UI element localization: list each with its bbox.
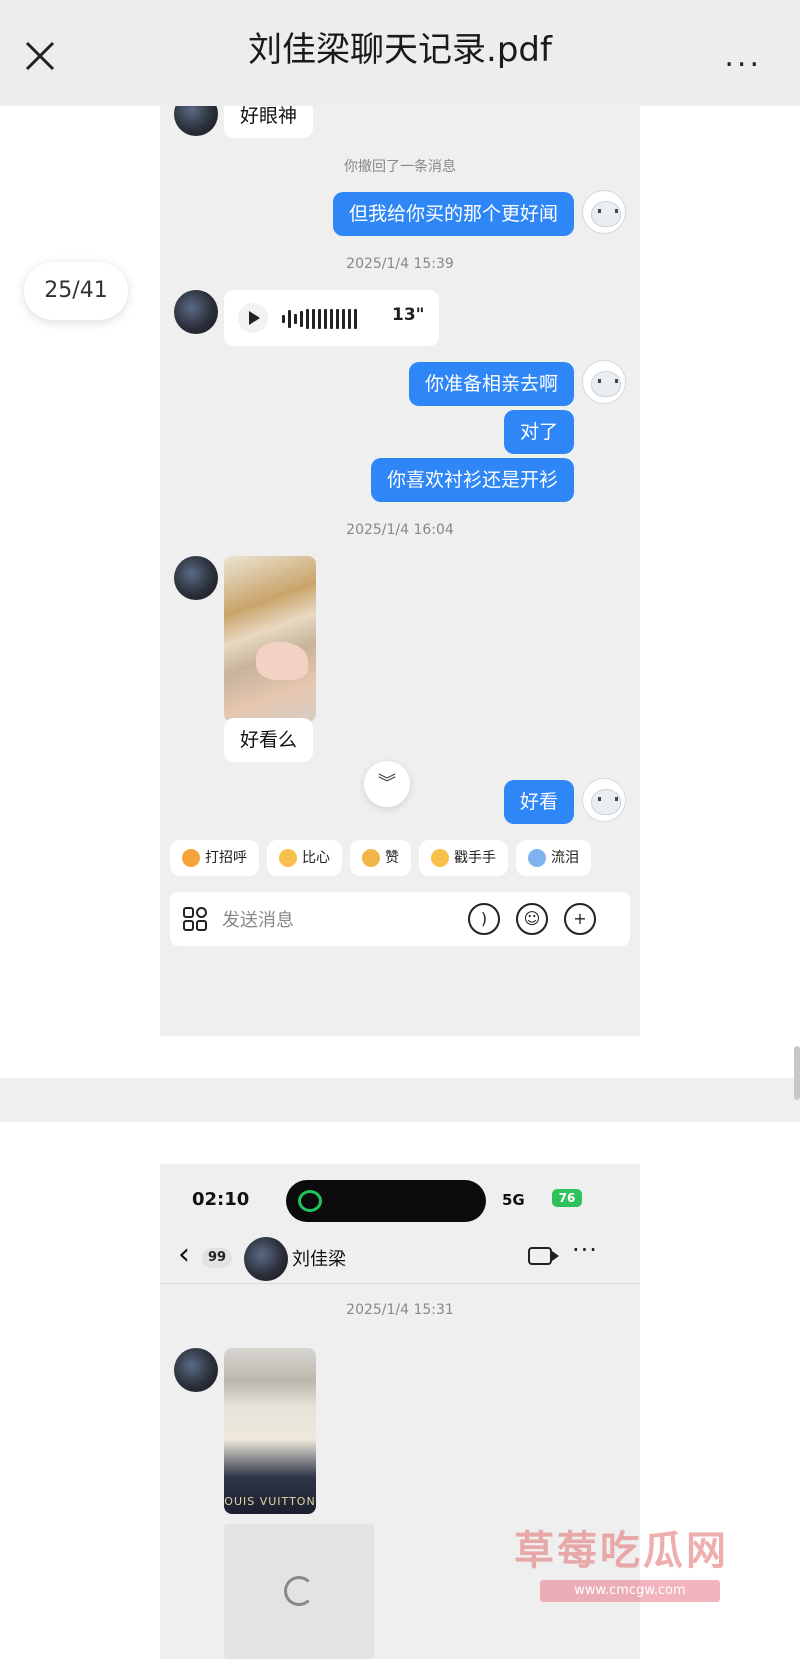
message-input[interactable]: 发送消息 <box>222 906 294 932</box>
voice-message[interactable]: 13" <box>224 290 439 346</box>
page-gap <box>0 1078 800 1122</box>
crying-emoji-icon <box>528 849 546 867</box>
image-message[interactable]: OUIS VUITTON <box>224 1348 316 1514</box>
incoming-message: 好看么 <box>224 718 314 762</box>
heart-hands-emoji-icon <box>279 849 297 867</box>
video-call-icon[interactable] <box>528 1247 559 1265</box>
quick-reactions-bar: 打招呼 比心 赞 戳手手 流泪 <box>160 840 640 880</box>
chat-screenshot-1: 好眼神 你撤回了一条消息 但我给你买的那个更好闻 2025/1/4 15:39 … <box>160 106 640 1036</box>
document-title: 刘佳梁聊天记录.pdf <box>248 30 552 70</box>
waveform-icon <box>282 308 392 330</box>
my-avatar <box>582 778 626 822</box>
voice-input-icon[interactable]: ) <box>468 903 500 935</box>
outgoing-message: 对了 <box>503 410 574 454</box>
site-watermark: 草莓吃瓜网 <box>514 1528 729 1574</box>
link-icon <box>298 1190 322 1212</box>
reaction-label: 打招呼 <box>205 850 247 866</box>
scrollbar[interactable] <box>794 1046 800 1100</box>
voice-duration: 13" <box>392 305 425 325</box>
play-icon[interactable] <box>238 303 268 333</box>
more-options-icon[interactable]: ··· <box>572 1236 598 1264</box>
reaction-chip-poke[interactable]: 戳手手 <box>419 840 508 876</box>
more-options-icon[interactable]: ... <box>724 42 762 72</box>
timestamp: 2025/1/4 15:31 <box>346 1302 454 1318</box>
reaction-chip-like[interactable]: 赞 <box>350 840 411 876</box>
thumbs-up-emoji-icon <box>362 849 380 867</box>
reaction-chip-heart[interactable]: 比心 <box>267 840 342 876</box>
incoming-message: 好眼神 <box>224 106 314 138</box>
reaction-label: 戳手手 <box>454 850 496 866</box>
apps-grid-icon[interactable] <box>182 906 208 932</box>
contact-name[interactable]: 刘佳梁 <box>292 1245 346 1271</box>
reaction-label: 流泪 <box>551 850 579 866</box>
contact-avatar[interactable] <box>244 1237 288 1281</box>
reaction-label: 赞 <box>385 850 399 866</box>
scroll-to-bottom-button[interactable]: ︾ <box>364 761 410 807</box>
outgoing-message: 好看 <box>503 780 574 824</box>
watermark-url: www.cmcgw.com <box>540 1580 720 1602</box>
loading-spinner-icon <box>284 1576 314 1606</box>
outgoing-message: 但我给你买的那个更好闻 <box>332 192 574 236</box>
reaction-label: 比心 <box>302 850 330 866</box>
photo-brand-text: OUIS VUITTON <box>224 1495 316 1508</box>
reaction-chip-wave[interactable]: 打招呼 <box>170 840 259 876</box>
timestamp: 2025/1/4 15:39 <box>346 256 454 272</box>
wave-emoji-icon <box>182 849 200 867</box>
timestamp: 2025/1/4 16:04 <box>346 522 454 538</box>
network-indicator: 5G <box>502 1191 525 1209</box>
my-avatar <box>582 360 626 404</box>
contact-avatar <box>174 106 218 136</box>
loading-image-placeholder <box>224 1524 374 1659</box>
recall-notice: 你撤回了一条消息 <box>344 159 456 175</box>
chat-header: ‹ 99 刘佳梁 ··· <box>160 1234 640 1284</box>
status-time: 02:10 <box>192 1189 250 1210</box>
dynamic-island <box>286 1180 486 1222</box>
back-icon[interactable]: ‹ <box>178 1240 190 1270</box>
my-avatar <box>582 190 626 234</box>
contact-avatar <box>174 1348 218 1392</box>
contact-avatar <box>174 556 218 600</box>
phone-status-bar: 02:10 5G 76 <box>160 1164 640 1234</box>
viewer-top-bar: 刘佳梁聊天记录.pdf ... <box>0 0 800 106</box>
outgoing-message: 你准备相亲去啊 <box>408 362 574 406</box>
emoji-icon[interactable]: ☺ <box>516 903 548 935</box>
contact-avatar <box>174 290 218 334</box>
unread-badge: 99 <box>202 1248 233 1268</box>
plus-icon[interactable]: + <box>564 903 596 935</box>
message-input-bar[interactable]: 发送消息 ) ☺ + <box>170 892 630 946</box>
battery-indicator: 76 <box>552 1189 582 1207</box>
image-message[interactable] <box>224 556 316 722</box>
page-counter: 25/41 <box>24 262 128 320</box>
outgoing-message: 你喜欢衬衫还是开衫 <box>370 458 574 502</box>
reaction-chip-cry[interactable]: 流泪 <box>516 840 591 876</box>
poke-emoji-icon <box>431 849 449 867</box>
